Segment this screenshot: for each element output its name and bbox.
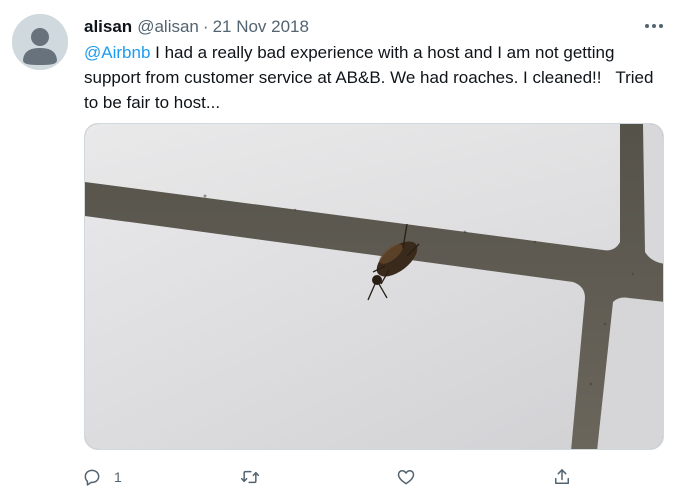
photo-of-cockroach-on-tile xyxy=(85,124,663,449)
user-handle[interactable]: @alisan xyxy=(137,17,199,37)
avatar[interactable] xyxy=(12,14,68,70)
tweet: alisan @alisan · 21 Nov 2018 @Airbnb I h… xyxy=(0,0,680,499)
reply-button[interactable]: 1 xyxy=(80,462,122,492)
reply-count: 1 xyxy=(114,469,122,485)
tweet-body: I had a really bad experience with a hos… xyxy=(84,43,659,112)
more-icon xyxy=(645,24,663,28)
like-button[interactable] xyxy=(394,462,418,492)
mention-link[interactable]: @Airbnb xyxy=(84,43,150,62)
more-button[interactable] xyxy=(640,14,668,38)
retweet-icon xyxy=(238,465,262,489)
tweet-date[interactable]: 21 Nov 2018 xyxy=(213,17,309,37)
tweet-header: alisan @alisan · 21 Nov 2018 xyxy=(84,16,309,38)
default-avatar-icon xyxy=(12,14,68,70)
heart-icon xyxy=(394,465,418,489)
tweet-actions: 1 xyxy=(80,462,580,492)
tweet-text: @Airbnb I had a really bad experience wi… xyxy=(84,40,659,115)
share-button[interactable] xyxy=(550,462,574,492)
tweet-photo[interactable] xyxy=(84,123,664,450)
share-icon xyxy=(550,465,574,489)
retweet-button[interactable] xyxy=(238,462,262,492)
separator-dot: · xyxy=(202,17,209,36)
reply-icon xyxy=(80,465,104,489)
display-name[interactable]: alisan xyxy=(84,17,132,37)
